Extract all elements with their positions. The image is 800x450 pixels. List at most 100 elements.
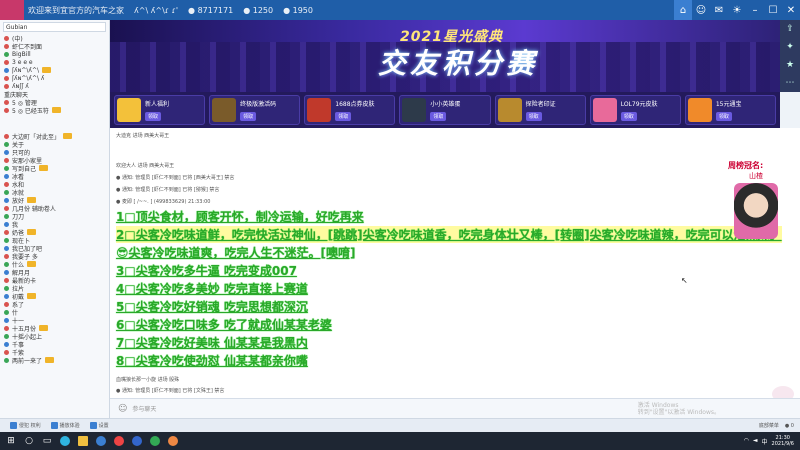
windows-start-icon[interactable]: ⊞	[4, 434, 18, 448]
bottom-item[interactable]: 播放体验	[50, 422, 80, 429]
bottom-counter: ● 0	[784, 422, 794, 429]
more-icon[interactable]: ⋯	[786, 78, 795, 88]
rank-avatar	[734, 183, 778, 239]
gift-image	[117, 98, 141, 122]
gift-icon[interactable]: ✦	[786, 42, 794, 52]
status-dot-icon	[4, 325, 9, 331]
claim-button[interactable]: 领取	[620, 112, 637, 121]
room-id: ● 8717171	[188, 5, 234, 15]
sidebar-item[interactable]: BigBill	[0, 50, 109, 58]
gift-card[interactable]: 探险者印证 领取	[494, 95, 586, 125]
status-dot-icon	[4, 83, 9, 89]
gift-card[interactable]: 终极版激活码 领取	[209, 95, 301, 125]
gift-text: LOL79元皮肤 领取	[620, 99, 658, 121]
gift-card[interactable]: 小小英雄蛋 领取	[399, 95, 491, 125]
explorer-icon[interactable]	[76, 434, 90, 448]
level-badge-icon	[39, 165, 49, 171]
gift-text: 15元通宝领取	[715, 99, 742, 121]
music-icon[interactable]	[148, 434, 162, 448]
chat-icon[interactable]: ✉	[710, 0, 728, 20]
gift-text: 探险者印证 领取	[525, 99, 556, 121]
bell-icon[interactable]: ☀	[728, 0, 746, 20]
chat-message: 😎尖客冷吃味道爽，吃完人生不迷茫。[噢唷]	[116, 246, 356, 260]
member-list: 大边町「对此至」 关于 只可的 安那小家里 写到自己 冰看 水和 冰就 放好 几月份 辅助卷人 刀刀…	[0, 132, 109, 365]
lock-icon	[10, 422, 17, 429]
claim-button[interactable]: 领取	[715, 112, 732, 121]
claim-button[interactable]: 领取	[145, 112, 162, 121]
sidebar-item[interactable]: 两前一来了	[0, 356, 109, 365]
gift-label: 15元通宝	[715, 101, 742, 108]
sidebar-item[interactable]: ʃʎɴ^\ʎ^\ ʎ	[0, 74, 109, 82]
edge-icon[interactable]	[58, 434, 72, 448]
gift-card[interactable]: LOL79元皮肤 领取	[589, 95, 681, 125]
gift-image	[307, 98, 332, 122]
home-icon[interactable]: ⌂	[674, 0, 692, 20]
chat-message: 1□顶尖食材，顾客开怀，制冷运输，好吃再来	[116, 210, 364, 224]
banner-side-toolbar: ⇪ ✦ ★ ⋯	[780, 20, 800, 92]
close-icon[interactable]: ✕	[782, 0, 800, 20]
status-dot-icon	[4, 197, 9, 203]
floating-avatar[interactable]	[772, 386, 794, 398]
system-tray[interactable]: ◠ ◄ 中	[744, 437, 768, 446]
claim-button[interactable]: 领取	[430, 112, 447, 121]
chrome-icon[interactable]	[112, 434, 126, 448]
sidebar-item-label: ʃʎɴ^\ʎ^\	[12, 66, 40, 74]
system-message: 欢迎大人 进场 西美大哥王	[116, 163, 175, 169]
live-app-icon[interactable]	[130, 434, 144, 448]
volume-icon[interactable]: ◄	[753, 437, 758, 446]
sidebar-item-label: 3 e e e	[12, 58, 33, 66]
bottom-item[interactable]: 侵犯 权利	[10, 422, 41, 429]
sidebar-item[interactable]: ʃʎɴ^\ʎ^\	[0, 66, 109, 74]
sidebar-search-input[interactable]: Gubian	[3, 22, 106, 32]
share-icon[interactable]: ⇪	[786, 24, 794, 34]
event-banner[interactable]: 2021星光盛典 交友积分赛 ⇪ ✦ ★ ⋯	[110, 20, 800, 92]
app-icon[interactable]	[94, 434, 108, 448]
gift-label: 小小英雄蛋	[430, 101, 461, 108]
bottom-item[interactable]: 设置	[89, 422, 109, 429]
system-message: ● 麦即 [ /~~. ] (499833629) 21:33:00	[116, 199, 211, 205]
level-badge-icon	[63, 133, 73, 139]
gift-card[interactable]: 新人福利 领取	[114, 95, 206, 125]
level-badge-icon	[27, 261, 37, 267]
level-badge-icon	[51, 107, 61, 113]
status-dot-icon	[4, 277, 9, 283]
user-icon[interactable]: ☺	[692, 0, 710, 20]
star-icon[interactable]: ★	[786, 60, 794, 70]
gift-card[interactable]: 15元通宝领取	[684, 95, 776, 125]
wifi-icon[interactable]: ◠	[744, 437, 749, 446]
bottom-menu[interactable]: 底部菜单	[759, 422, 779, 429]
rank-name: 山楂	[749, 172, 763, 180]
play-icon	[50, 422, 58, 429]
gift-card[interactable]: 1688点券皮肤 领取	[304, 95, 396, 125]
level-badge-icon	[27, 293, 37, 299]
bottom-item-label: 设置	[98, 423, 109, 429]
maximize-icon[interactable]: ☐	[764, 0, 782, 20]
claim-button[interactable]: 领取	[525, 112, 542, 121]
windows-taskbar: ⊞ ○ ▭ ◠ ◄ 中 21:30 2021/9/6	[0, 432, 800, 450]
status-dot-icon	[4, 237, 9, 243]
sidebar-item[interactable]: 虾仁不到面	[0, 42, 109, 51]
taskbar-clock[interactable]: 21:30 2021/9/6	[772, 435, 794, 447]
system-message: ● 通知: 管理员 [虾仁不到面] 已将 [文殊王] 禁言	[116, 388, 225, 394]
status-dot-icon	[4, 75, 9, 81]
game-icon[interactable]	[166, 434, 180, 448]
weekly-rank-card[interactable]: 周榜冠名: 山楂	[728, 160, 784, 250]
sidebar-search-text: Gubian	[6, 23, 28, 31]
chat-message: 8□尖客冷吃使劲怼 仙某某都亲你嘴	[116, 354, 308, 368]
level-badge-icon	[27, 229, 37, 235]
search-icon[interactable]: ○	[22, 434, 36, 448]
task-view-icon[interactable]: ▭	[40, 434, 54, 448]
claim-button[interactable]: 领取	[335, 112, 352, 121]
sidebar-item-label: 虾仁不到面	[12, 43, 43, 51]
emoji-icon[interactable]: ☺	[118, 404, 127, 414]
viewer-count: ● 1250	[243, 5, 274, 15]
chat-input[interactable]: 参与聊天	[132, 404, 637, 413]
ime-icon[interactable]: 中	[762, 437, 768, 446]
sidebar-item[interactable]: 5 ◎ 已经玉符	[0, 106, 109, 115]
watermark-line: 激活 Windows	[637, 401, 679, 409]
claim-button[interactable]: 领取	[240, 112, 257, 121]
status-dot-icon	[4, 149, 9, 155]
status-dot-icon	[4, 157, 9, 163]
minimize-icon[interactable]: –	[746, 0, 764, 20]
sidebar-item[interactable]: 3 e e e	[0, 58, 109, 66]
